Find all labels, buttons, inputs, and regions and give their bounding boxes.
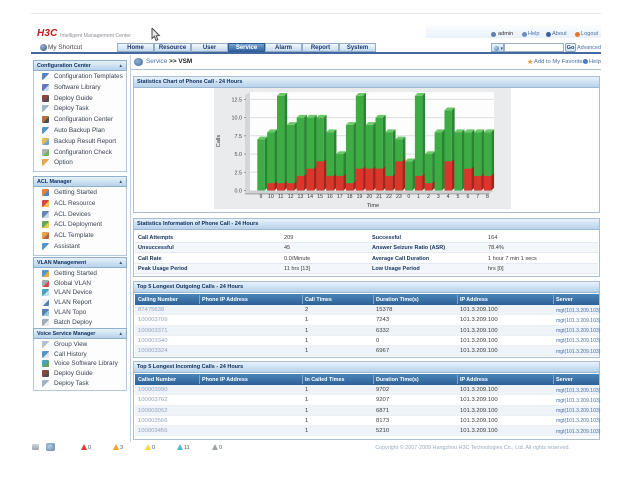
svg-text:Calls: Calls: [216, 135, 222, 148]
svg-text:12: 12: [288, 194, 294, 200]
svg-text:8: 8: [486, 194, 489, 200]
svg-text:5: 5: [457, 194, 460, 200]
svg-text:1: 1: [417, 194, 420, 200]
svg-text:10: 10: [268, 194, 274, 200]
svg-text:6: 6: [466, 194, 469, 200]
svg-text:9: 9: [260, 194, 263, 200]
svg-text:23: 23: [396, 194, 402, 200]
svg-text:7.5: 7.5: [235, 134, 243, 140]
svg-text:2: 2: [427, 194, 430, 200]
svg-text:19: 19: [357, 194, 363, 200]
svg-text:13: 13: [298, 194, 304, 200]
svg-text:7: 7: [476, 194, 479, 200]
svg-text:17: 17: [337, 194, 343, 200]
svg-text:11: 11: [278, 194, 283, 200]
svg-text:5.0: 5.0: [235, 152, 243, 158]
svg-text:20: 20: [367, 194, 373, 200]
svg-text:2.5: 2.5: [235, 170, 243, 176]
svg-text:12.5: 12.5: [232, 97, 243, 103]
svg-text:21: 21: [376, 194, 382, 200]
svg-text:22: 22: [386, 194, 392, 200]
svg-text:18: 18: [347, 194, 353, 200]
svg-text:Time: Time: [367, 203, 379, 209]
svg-text:3: 3: [437, 194, 440, 200]
svg-text:16: 16: [327, 194, 333, 200]
svg-text:14: 14: [307, 194, 313, 200]
svg-text:4: 4: [447, 194, 450, 200]
svg-text:10.0: 10.0: [232, 116, 243, 122]
svg-text:0.0: 0.0: [235, 189, 243, 195]
svg-text:15: 15: [317, 194, 323, 200]
svg-text:0: 0: [407, 194, 410, 200]
